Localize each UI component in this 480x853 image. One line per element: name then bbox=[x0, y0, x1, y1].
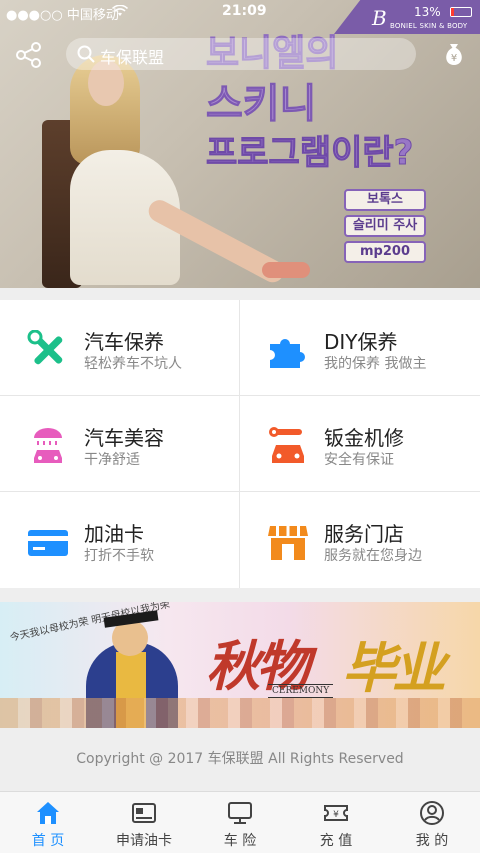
tab-profile[interactable]: 我 的 bbox=[384, 792, 480, 853]
service-car-beauty[interactable]: 汽车美容 干净舒适 bbox=[0, 396, 240, 492]
banner-crowd bbox=[0, 698, 480, 728]
share-icon[interactable] bbox=[14, 40, 44, 70]
wifi-icon bbox=[112, 5, 128, 16]
service-sheet-metal-repair[interactable]: 钣金机修 安全有保证 bbox=[240, 396, 480, 492]
search-placeholder: 车保联盟 bbox=[100, 48, 165, 67]
home-icon bbox=[37, 802, 59, 824]
service-title: 钣金机修 bbox=[324, 426, 404, 450]
promo-line-3: 프로그램이란? bbox=[205, 133, 414, 173]
service-title: 汽车美容 bbox=[84, 426, 164, 450]
copyright-text: Copyright @ 2017 车保联盟 All Rights Reserve… bbox=[76, 751, 404, 767]
svg-text:¥: ¥ bbox=[333, 810, 339, 820]
tab-label: 车 险 bbox=[223, 833, 257, 849]
service-subtitle: 轻松养车不坑人 bbox=[84, 356, 182, 372]
banner-ceremony-label: CEREMONY bbox=[268, 684, 334, 698]
store-icon bbox=[268, 526, 308, 560]
tab-label: 我 的 bbox=[415, 833, 449, 849]
service-diy-maintenance[interactable]: DIY保养 我的保养 我做主 bbox=[240, 300, 480, 396]
service-grid: 汽车保养 轻松养车不坑人 DIY保养 我的保养 我做主 汽车美容 干净舒适 钣金… bbox=[0, 300, 480, 588]
service-subtitle: 服务就在您身边 bbox=[324, 548, 422, 564]
battery-level: 13% bbox=[414, 5, 441, 19]
monitor-icon bbox=[228, 802, 252, 824]
tab-apply-fuel-card[interactable]: 申请油卡 bbox=[96, 792, 192, 853]
tab-label: 充 值 bbox=[319, 833, 353, 849]
grid-divider-vertical bbox=[239, 300, 240, 588]
clock: 21:09 bbox=[222, 3, 267, 19]
tab-label: 申请油卡 bbox=[116, 833, 172, 849]
service-subtitle: 打折不手软 bbox=[84, 548, 154, 564]
tools-icon bbox=[27, 330, 63, 365]
tab-label: 首 页 bbox=[31, 833, 65, 849]
graduation-banner[interactable]: 今天我以母校为荣 明天母校以我为荣 秋物 毕业 CEREMONY bbox=[0, 602, 480, 728]
ticket-icon: ¥ bbox=[324, 805, 348, 821]
card-icon bbox=[28, 530, 68, 556]
tab-recharge[interactable]: ¥ 充 值 bbox=[288, 792, 384, 853]
promo-tag-mp200: mp200 bbox=[344, 241, 426, 263]
svg-text:¥: ¥ bbox=[451, 53, 457, 64]
promo-tag-slimmy: 슬리미 주사 bbox=[344, 215, 426, 237]
service-car-maintenance[interactable]: 汽车保养 轻松养车不坑人 bbox=[0, 300, 240, 396]
promo-line-2: 스키니 bbox=[205, 81, 317, 127]
user-icon bbox=[420, 801, 444, 825]
tab-bar: 首 页 申请油卡 车 险 ¥ 充 值 我 的 bbox=[0, 791, 480, 853]
service-title: 汽车保养 bbox=[84, 330, 164, 354]
money-bag-icon[interactable]: ¥ bbox=[440, 40, 468, 68]
fuel-card-icon bbox=[132, 803, 156, 823]
service-store[interactable]: 服务门店 服务就在您身边 bbox=[240, 492, 480, 588]
search-bar[interactable]: 车保联盟 bbox=[66, 38, 416, 70]
promo-tag-botox: 보톡스 bbox=[344, 189, 426, 211]
tab-car-insurance[interactable]: 车 险 bbox=[192, 792, 288, 853]
model-shoe bbox=[262, 262, 310, 278]
service-subtitle: 我的保养 我做主 bbox=[324, 356, 427, 372]
banner-script-gold: 毕业 bbox=[342, 636, 446, 700]
carrier-label: ●●●○○ 中国移动 bbox=[6, 8, 119, 23]
service-title: DIY保养 bbox=[324, 330, 398, 354]
brand-subtitle: BONIEL SKIN & BODY bbox=[390, 22, 468, 30]
car-wash-icon bbox=[34, 428, 62, 463]
service-fuel-card[interactable]: 加油卡 打折不手软 bbox=[0, 492, 240, 588]
car-repair-icon bbox=[269, 427, 304, 463]
brand-logo: B bbox=[372, 6, 387, 30]
tab-home[interactable]: 首 页 bbox=[0, 792, 96, 853]
puzzle-icon bbox=[270, 339, 305, 368]
service-title: 服务门店 bbox=[324, 522, 404, 546]
battery-icon bbox=[450, 7, 472, 17]
service-subtitle: 安全有保证 bbox=[324, 452, 394, 468]
service-title: 加油卡 bbox=[84, 522, 144, 546]
search-icon bbox=[77, 45, 95, 63]
service-subtitle: 干净舒适 bbox=[84, 452, 140, 468]
